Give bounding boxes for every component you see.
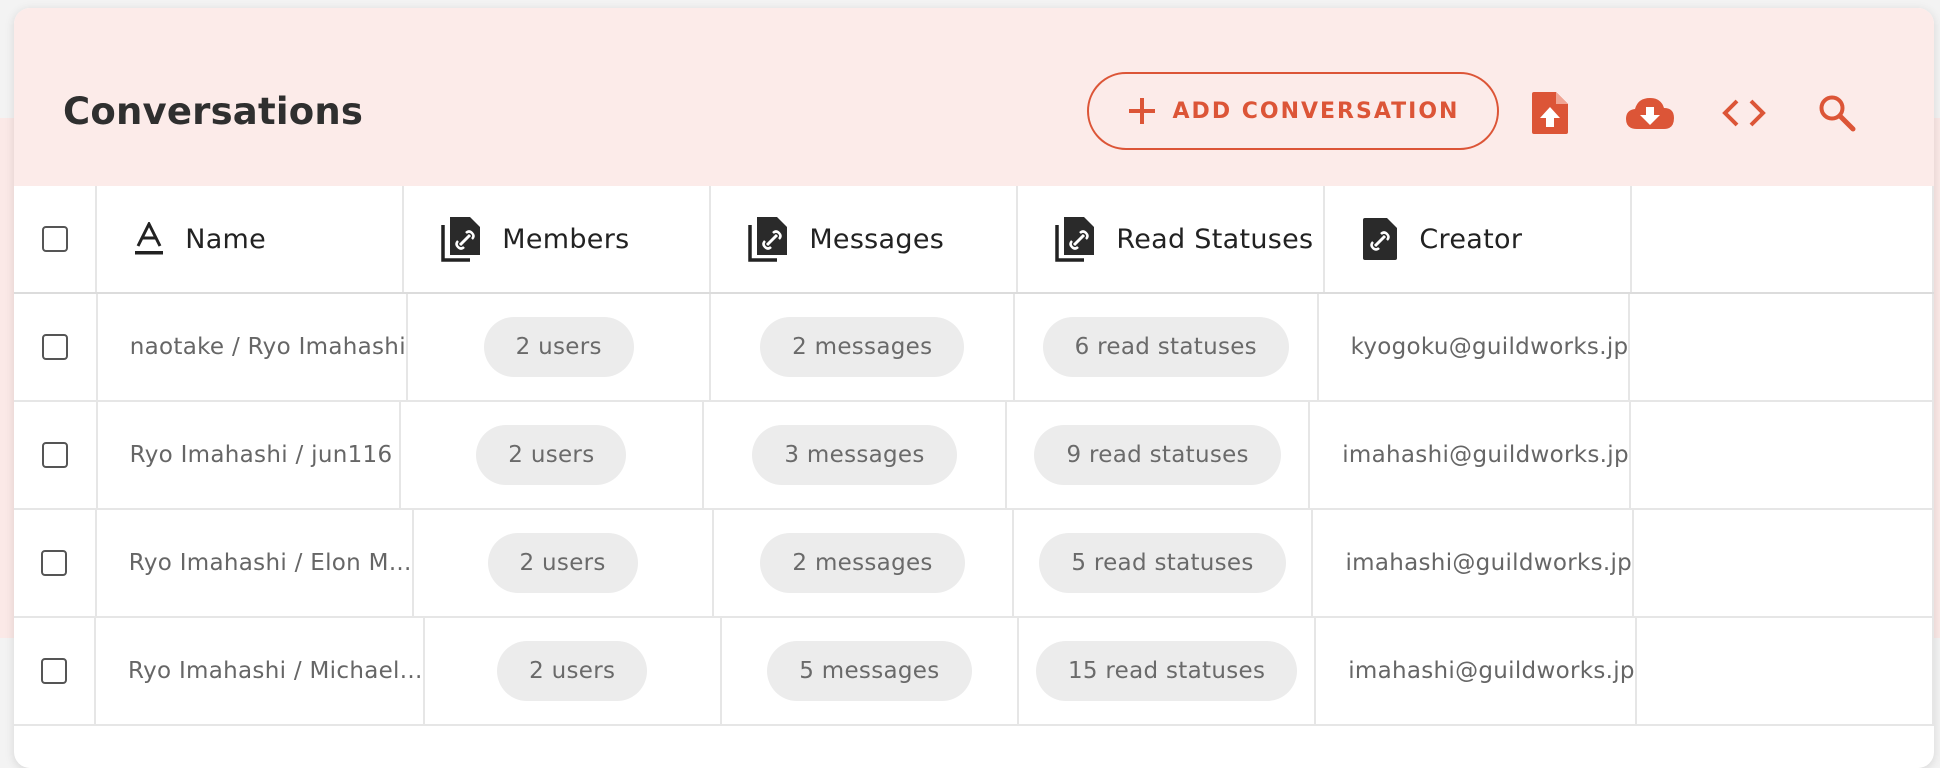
import-button[interactable] — [1528, 91, 1572, 135]
row-checkbox[interactable] — [41, 658, 68, 684]
creator-cell[interactable]: imahashi@guildworks.jp — [1310, 402, 1631, 508]
plus-icon — [1128, 98, 1155, 124]
conversation-name: Ryo Imahashi / jun116 — [129, 442, 393, 468]
creator-cell[interactable]: imahashi@guildworks.jp — [1316, 618, 1637, 724]
export-button[interactable] — [1622, 91, 1678, 135]
search-button[interactable] — [1815, 91, 1859, 135]
members-chip[interactable]: 2 users — [497, 641, 648, 701]
column-header-name[interactable]: Name — [97, 186, 405, 292]
conversation-name: Ryo Imahashi / Elon M... — [128, 550, 412, 576]
members-chip[interactable]: 2 users — [483, 317, 634, 377]
members-cell: 2 users — [408, 294, 712, 400]
conversations-table: Name Members Messages Read Statuses Crea… — [14, 186, 1934, 726]
page-title: Conversations — [63, 90, 364, 133]
search-icon — [1819, 95, 1856, 132]
conversation-name: Ryo Imahashi / Michael... — [128, 658, 423, 684]
column-label-read-statuses: Read Statuses — [1116, 223, 1314, 255]
creator-email: kyogoku@guildworks.jp — [1350, 334, 1629, 360]
text-format-icon — [135, 222, 164, 255]
members-cell: 2 users — [425, 618, 722, 724]
messages-cell: 3 messages — [704, 402, 1008, 508]
linked-file-icon — [1363, 218, 1398, 260]
column-header-messages[interactable]: Messages — [711, 186, 1019, 292]
column-header-members[interactable]: Members — [404, 186, 712, 292]
members-cell: 2 users — [401, 402, 704, 508]
creator-cell[interactable]: imahashi@guildworks.jp — [1313, 510, 1635, 616]
select-all-cell — [14, 186, 98, 292]
read-statuses-chip[interactable]: 9 read statuses — [1034, 425, 1281, 485]
table-header-row: Name Members Messages Read Statuses Crea… — [14, 186, 1934, 294]
row-select-cell — [14, 510, 97, 616]
overflow-cell — [1637, 618, 1934, 724]
table-row[interactable]: Ryo Imahashi / jun116 2 users 3 messages… — [14, 402, 1934, 510]
name-cell[interactable]: naotake / Ryo Imahashi — [98, 294, 408, 400]
messages-cell: 2 messages — [714, 510, 1014, 616]
messages-chip[interactable]: 2 messages — [760, 317, 965, 377]
column-header-overflow — [1632, 186, 1934, 292]
add-conversation-button[interactable]: ADD CONVERSATION — [1087, 72, 1499, 150]
row-checkbox[interactable] — [41, 334, 68, 360]
column-label-name: Name — [185, 223, 267, 255]
overflow-cell — [1631, 402, 1934, 508]
embed-code-button[interactable] — [1720, 91, 1768, 135]
read-statuses-cell: 5 read statuses — [1014, 510, 1314, 616]
messages-chip[interactable]: 2 messages — [760, 533, 965, 593]
messages-cell: 5 messages — [722, 618, 1019, 724]
overflow-cell — [1630, 294, 1934, 400]
read-statuses-cell: 15 read statuses — [1019, 618, 1317, 724]
messages-cell: 2 messages — [711, 294, 1016, 400]
table-row[interactable]: naotake / Ryo Imahashi 2 users 2 message… — [14, 294, 1934, 402]
upload-file-icon — [1532, 92, 1568, 134]
linked-files-icon — [1055, 217, 1095, 262]
members-chip[interactable]: 2 users — [487, 533, 638, 593]
row-checkbox[interactable] — [41, 550, 68, 576]
read-statuses-chip[interactable]: 15 read statuses — [1035, 641, 1298, 701]
members-cell: 2 users — [414, 510, 714, 616]
read-statuses-chip[interactable]: 5 read statuses — [1039, 533, 1286, 593]
row-select-cell — [14, 618, 97, 724]
creator-email: imahashi@guildworks.jp — [1345, 550, 1633, 576]
read-statuses-cell: 6 read statuses — [1015, 294, 1319, 400]
read-statuses-cell: 9 read statuses — [1007, 402, 1311, 508]
cloud-download-icon — [1626, 98, 1674, 129]
row-select-cell — [14, 402, 98, 508]
members-chip[interactable]: 2 users — [476, 425, 627, 485]
column-label-messages: Messages — [809, 223, 945, 255]
name-cell[interactable]: Ryo Imahashi / Elon M... — [97, 510, 414, 616]
linked-files-icon — [748, 217, 788, 262]
select-all-checkbox[interactable] — [41, 226, 68, 252]
read-statuses-chip[interactable]: 6 read statuses — [1042, 317, 1289, 377]
card-header: Conversations ADD CONVERSATION — [14, 8, 1934, 186]
name-cell[interactable]: Ryo Imahashi / jun116 — [98, 402, 401, 508]
code-icon — [1722, 99, 1766, 127]
table-row[interactable]: Ryo Imahashi / Michael... 2 users 5 mess… — [14, 618, 1934, 726]
creator-email: imahashi@guildworks.jp — [1342, 442, 1629, 468]
creator-cell[interactable]: kyogoku@guildworks.jp — [1319, 294, 1631, 400]
messages-chip[interactable]: 3 messages — [752, 425, 957, 485]
add-conversation-label: ADD CONVERSATION — [1172, 98, 1460, 124]
table-row[interactable]: Ryo Imahashi / Elon M... 2 users 2 messa… — [14, 510, 1934, 618]
name-cell[interactable]: Ryo Imahashi / Michael... — [96, 618, 425, 724]
conversations-card: Conversations ADD CONVERSATION Name Memb… — [14, 8, 1934, 768]
messages-chip[interactable]: 5 messages — [767, 641, 972, 701]
column-label-members: Members — [502, 223, 630, 255]
column-header-creator[interactable]: Creator — [1325, 186, 1633, 292]
column-label-creator: Creator — [1419, 223, 1523, 255]
column-header-read-statuses[interactable]: Read Statuses — [1018, 186, 1326, 292]
row-checkbox[interactable] — [41, 442, 68, 468]
linked-files-icon — [441, 217, 481, 262]
row-select-cell — [14, 294, 98, 400]
conversation-name: naotake / Ryo Imahashi — [129, 334, 406, 360]
overflow-cell — [1634, 510, 1934, 616]
creator-email: imahashi@guildworks.jp — [1348, 658, 1635, 684]
